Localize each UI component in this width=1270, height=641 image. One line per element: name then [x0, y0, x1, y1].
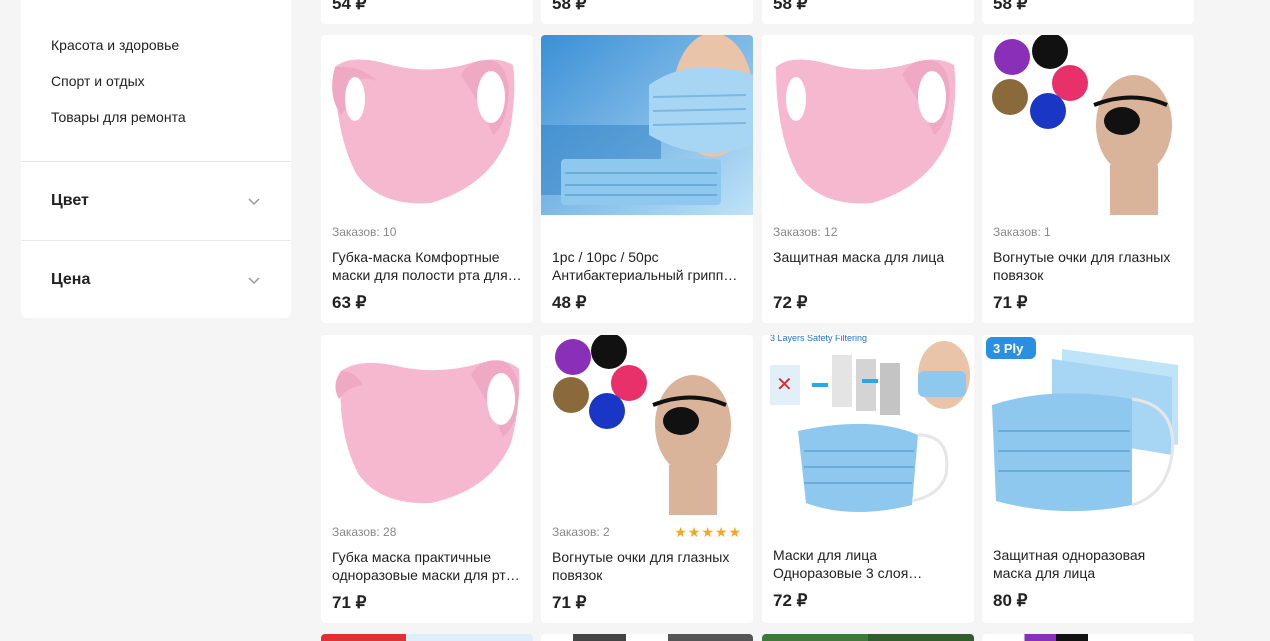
product-card[interactable]: 54 ₽ [321, 0, 533, 24]
product-title[interactable]: Вогнутые очки для глазных повязок [552, 548, 742, 584]
image-badge-text: 3 Layers Safety Filtering [770, 335, 867, 343]
page: Красота и здоровье Спорт и отдых Товары … [0, 0, 1270, 641]
category-item-repair[interactable]: Товары для ремонта [51, 106, 291, 142]
product-card[interactable]: 58 ₽ [541, 0, 753, 24]
product-image[interactable] [321, 35, 533, 215]
product-image[interactable] [541, 35, 753, 215]
orders-count: Заказов: 10 [332, 225, 397, 239]
product-image[interactable] [982, 634, 1194, 641]
product-card[interactable]: 58 ₽ [762, 0, 974, 24]
product-card[interactable]: 58 ₽ [982, 0, 1194, 24]
product-image[interactable] [541, 634, 753, 641]
product-card[interactable]: 1pc / 10pc / 50pc Антибактериальный грип… [541, 35, 753, 323]
product-meta: Заказов: 12 [773, 225, 963, 239]
orders-count: Заказов: 28 [332, 525, 397, 539]
orders-count: Заказов: 2 [552, 525, 610, 539]
product-card[interactable]: Заказов: 1 Вогнутые очки для глазных пов… [982, 35, 1194, 323]
product-card[interactable] [321, 634, 533, 641]
product-image[interactable] [982, 35, 1194, 215]
product-title[interactable]: Губка маска практичные одноразовые маски… [332, 548, 522, 584]
product-image[interactable]: 3 Ply [982, 335, 1194, 515]
product-price: 58 ₽ [773, 0, 808, 13]
product-title[interactable]: Губка-маска Комфортные маски для полости… [332, 248, 522, 284]
product-title[interactable]: Маски для лица Одноразовые 3 слоя… [773, 546, 963, 582]
product-title[interactable]: Защитная одноразовая маска для лица [993, 546, 1183, 582]
product-meta: Заказов: 2 ★★★★★ [552, 523, 742, 540]
product-price: 71 ₽ [332, 593, 367, 612]
product-image[interactable] [321, 634, 533, 641]
surgical-mask-layers-image: 3 Layers Safety Filtering ✕ [762, 335, 974, 515]
svg-text:✕: ✕ [776, 374, 793, 396]
product-card[interactable]: Заказов: 28 Губка маска практичные однор… [321, 335, 533, 623]
product-meta: Заказов: 28 [332, 525, 522, 539]
eye-patch-image [982, 35, 1194, 215]
product-image[interactable] [762, 35, 974, 215]
product-price: 72 ₽ [773, 293, 808, 312]
product-price: 80 ₽ [993, 591, 1028, 610]
filter-price-toggle[interactable]: Цена [21, 241, 291, 319]
pink-mask-image [321, 35, 533, 215]
product-card[interactable]: 3 Ply Защитная одноразовая маска для лиц… [982, 335, 1194, 623]
product-meta: Заказов: 1 [993, 225, 1183, 239]
product-price: 48 ₽ [552, 293, 587, 312]
product-meta: Заказов: 10 [332, 225, 522, 239]
product-card[interactable]: 3 Layers Safety Filtering ✕ Маски для ли… [762, 335, 974, 623]
chevron-down-icon [248, 277, 260, 285]
product-card[interactable] [762, 634, 974, 641]
category-list: Красота и здоровье Спорт и отдых Товары … [21, 0, 291, 142]
pink-mask-image [321, 335, 533, 515]
product-price: 54 ₽ [332, 0, 367, 13]
product-title[interactable]: Вогнутые очки для глазных повязок [993, 248, 1183, 284]
chevron-down-icon [248, 198, 260, 206]
product-title[interactable]: 1pc / 10pc / 50pc Антибактериальный грип… [552, 248, 742, 284]
product-meta [552, 225, 742, 239]
product-card[interactable]: Заказов: 2 ★★★★★ Вогнутые очки для глазн… [541, 335, 753, 623]
product-image[interactable] [541, 335, 753, 515]
image-badge-text: 3 Ply [993, 341, 1024, 356]
product-card[interactable]: Заказов: 10 Губка-маска Комфортные маски… [321, 35, 533, 323]
product-image[interactable]: 3 Layers Safety Filtering ✕ [762, 335, 974, 515]
filters-sidebar: Красота и здоровье Спорт и отдых Товары … [21, 0, 291, 318]
product-price: 71 ₽ [993, 293, 1028, 312]
rating-stars: ★★★★★ [674, 523, 742, 540]
orders-count: Заказов: 1 [993, 225, 1051, 239]
product-image[interactable] [321, 335, 533, 515]
product-price: 72 ₽ [773, 591, 808, 610]
product-card[interactable] [982, 634, 1194, 641]
product-card[interactable] [541, 634, 753, 641]
product-price: 63 ₽ [332, 293, 367, 312]
product-title[interactable]: Защитная маска для лица [773, 248, 963, 284]
product-price: 58 ₽ [552, 0, 587, 13]
product-image[interactable] [762, 634, 974, 641]
filter-price-label: Цена [51, 271, 91, 288]
category-item-sport[interactable]: Спорт и отдых [51, 70, 291, 106]
surgical-mask-model-image [541, 35, 753, 215]
category-item-beauty[interactable]: Красота и здоровье [51, 34, 291, 70]
product-price: 58 ₽ [993, 0, 1028, 13]
pink-mask-image [762, 35, 974, 215]
surgical-mask-stack-image: 3 Ply [982, 335, 1194, 515]
filter-color-label: Цвет [51, 192, 89, 209]
eye-patch-image [541, 335, 753, 515]
product-price: 71 ₽ [552, 593, 587, 612]
orders-count: Заказов: 12 [773, 225, 838, 239]
product-card[interactable]: Заказов: 12 Защитная маска для лица 72 ₽ [762, 35, 974, 323]
filter-color-toggle[interactable]: Цвет [21, 162, 291, 240]
